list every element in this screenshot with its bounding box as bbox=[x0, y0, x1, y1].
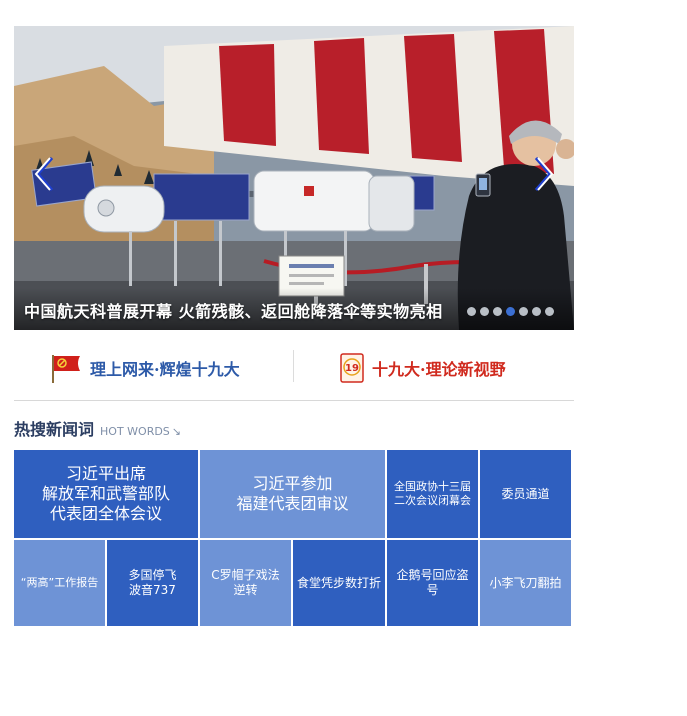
svg-text:19: 19 bbox=[345, 363, 359, 374]
hot-word-tile[interactable]: “两高”工作报告 bbox=[14, 540, 105, 626]
hot-word-label: 小李飞刀翻拍 bbox=[489, 575, 562, 590]
carousel-dots bbox=[467, 307, 554, 316]
hot-word-label: 全国政协十三届 二次会议闭幕会 bbox=[394, 480, 471, 507]
hot-word-tile[interactable]: 企鹅号回应盗号 bbox=[387, 540, 478, 626]
banner-left-label: 理上网来·辉煌十九大 bbox=[90, 360, 240, 379]
carousel-dot[interactable] bbox=[519, 307, 528, 316]
carousel-dot[interactable] bbox=[493, 307, 502, 316]
arrow-down-right-icon: ↘ bbox=[171, 425, 182, 438]
hot-word-tile[interactable]: 多国停飞 波音737 bbox=[107, 540, 198, 626]
carousel-dot[interactable] bbox=[467, 307, 476, 316]
carousel-dot[interactable] bbox=[545, 307, 554, 316]
hot-word-label: 多国停飞 波音737 bbox=[128, 568, 177, 597]
hot-word-tile[interactable]: 习近平出席 解放军和武警部队 代表团全体会议 bbox=[14, 450, 198, 538]
section-divider bbox=[14, 400, 574, 401]
carousel-caption[interactable]: 中国航天科普展开幕 火箭残骸、返回舱降落伞等实物亮相 bbox=[24, 298, 443, 322]
hot-word-label: 习近平参加 福建代表团审议 bbox=[236, 474, 349, 513]
hot-word-tile[interactable]: 小李飞刀翻拍 bbox=[480, 540, 571, 626]
congress-19-icon: 19 bbox=[340, 353, 364, 383]
hot-word-label: “两高”工作报告 bbox=[20, 576, 99, 590]
hot-word-label: C罗帽子戏法 逆转 bbox=[211, 568, 280, 597]
hot-word-tile[interactable]: 食堂凭步数打折 bbox=[293, 540, 385, 626]
hot-word-tile[interactable]: 习近平参加 福建代表团审议 bbox=[200, 450, 385, 538]
hot-words-title: 热搜新闻词 bbox=[14, 420, 95, 439]
hot-word-label: 委员通道 bbox=[501, 486, 550, 501]
chevron-right-icon bbox=[534, 157, 554, 191]
chevron-left-icon bbox=[34, 157, 54, 191]
banner-links: 理上网来·辉煌十九大 19 十九大·理论新视野 bbox=[14, 340, 574, 396]
hot-words-header: 热搜新闻词 HOT WORDS ↘ bbox=[14, 416, 181, 440]
hot-word-label: 食堂凭步数打折 bbox=[297, 575, 382, 590]
banner-link-party-congress[interactable]: 理上网来·辉煌十九大 bbox=[50, 350, 240, 386]
carousel-dot[interactable] bbox=[480, 307, 489, 316]
party-flag-icon bbox=[52, 355, 80, 383]
banner-divider bbox=[293, 350, 294, 382]
hot-word-tile[interactable]: 全国政协十三届 二次会议闭幕会 bbox=[387, 450, 478, 538]
hot-words-subtitle: HOT WORDS bbox=[100, 425, 170, 438]
carousel-image[interactable] bbox=[14, 26, 574, 330]
carousel-dot[interactable] bbox=[532, 307, 541, 316]
hot-word-label: 习近平出席 解放军和武警部队 代表团全体会议 bbox=[41, 464, 170, 523]
carousel-dot[interactable] bbox=[506, 307, 515, 316]
carousel-next-button[interactable] bbox=[528, 154, 556, 194]
hot-word-tile[interactable]: C罗帽子戏法 逆转 bbox=[200, 540, 291, 626]
banner-right-label: 十九大·理论新视野 bbox=[372, 360, 506, 379]
hot-word-label: 企鹅号回应盗号 bbox=[396, 568, 469, 597]
carousel-prev-button[interactable] bbox=[32, 154, 60, 194]
hot-word-tile[interactable]: 委员通道 bbox=[480, 450, 571, 538]
news-carousel[interactable]: 中国航天科普展开幕 火箭残骸、返回舱降落伞等实物亮相 bbox=[14, 26, 574, 330]
banner-link-theory-vision[interactable]: 19 十九大·理论新视野 bbox=[340, 350, 506, 386]
